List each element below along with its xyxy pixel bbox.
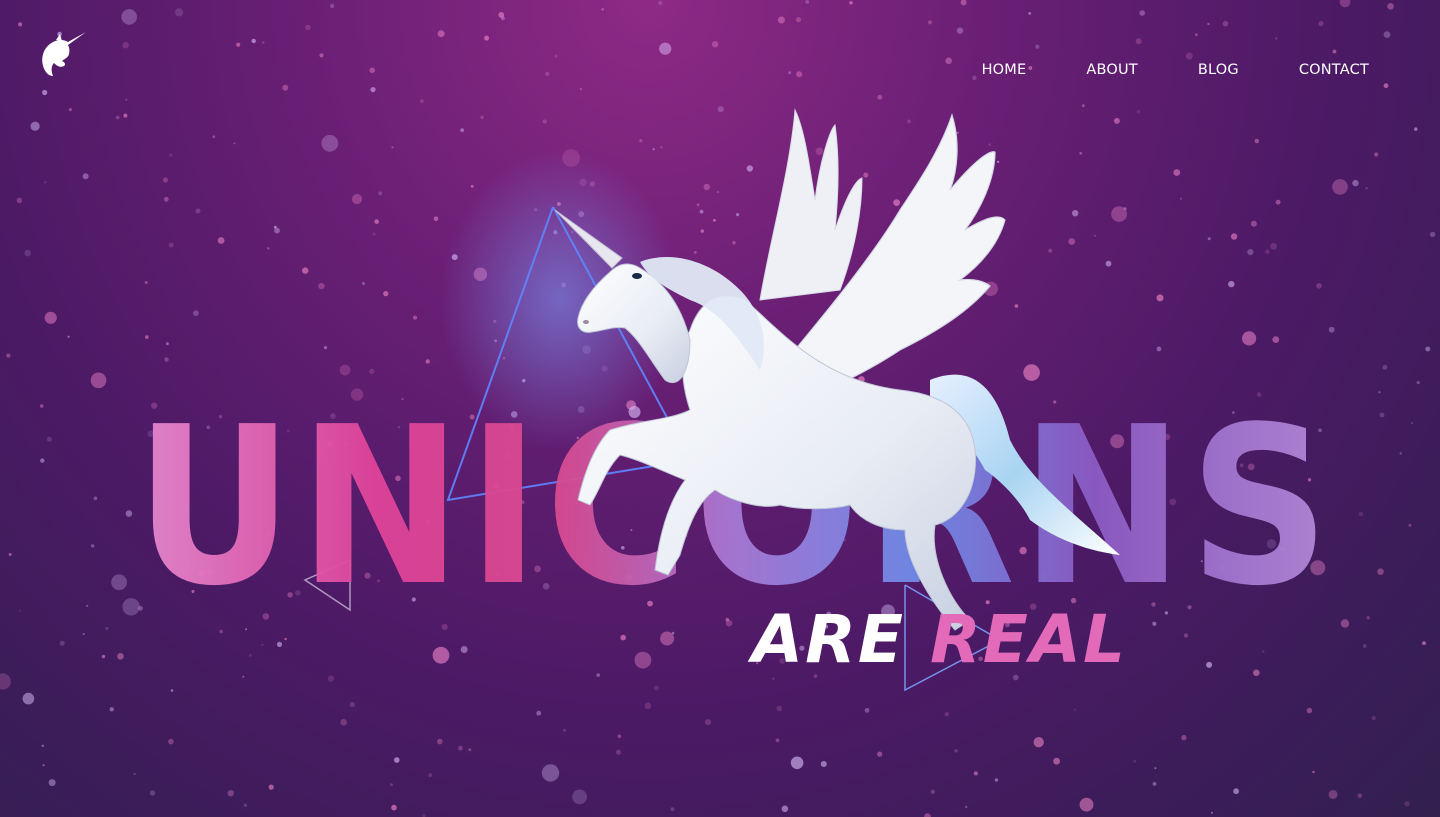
hero-artwork: UNICORNS ARE REAL <box>135 108 1329 692</box>
svg-text:ARE REAL: ARE REAL <box>747 601 1127 678</box>
hero-subtitle-are: ARE <box>747 601 930 678</box>
hero-subtitle-real: REAL <box>930 601 1127 678</box>
